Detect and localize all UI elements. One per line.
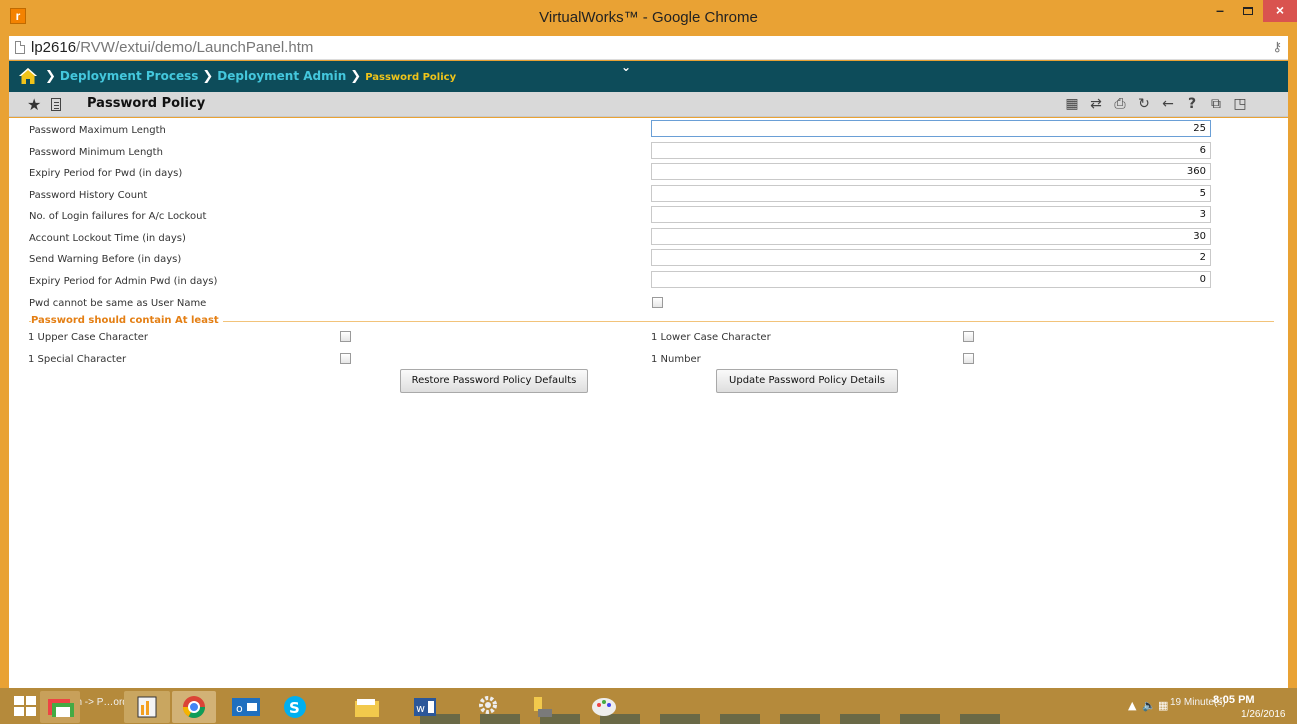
min-length-input[interactable] [651,142,1211,159]
svg-text:S: S [289,699,300,717]
browser-window: r VirtualWorks™ - Google Chrome – × lp26… [0,0,1297,688]
chart-app-icon [137,696,157,718]
upper-case-label: 1 Upper Case Character [28,332,149,343]
taskbar-paint-icon[interactable] [584,691,624,723]
taskbar-files-icon[interactable] [347,691,387,723]
special-character-checkbox[interactable] [340,353,351,364]
taskbar-tools-icon[interactable] [522,691,562,723]
page-title: Password Policy [87,96,206,111]
word-icon: w [414,698,436,716]
gear-icon [479,696,497,714]
breadcrumb: ❯ Deployment Process ❯ Deployment Admin ❯ Pas… [9,60,1288,92]
upper-case-checkbox[interactable] [340,331,351,342]
document-icon[interactable] [51,98,61,111]
panel-header: ★ Password Policy ▦ ⇄ ⎙ ↻ ← ? ⧉ ◳ [9,92,1288,117]
field-label-history-count: Password History Count [29,190,148,201]
breadcrumb-item-deployment-process[interactable]: Deployment Process [60,69,198,83]
breadcrumb-item-deployment-admin[interactable]: Deployment Admin [217,69,346,83]
clock-date[interactable]: 1/26/2016 [1241,709,1286,720]
tray-chevron-icon[interactable]: ▲ [1128,699,1136,712]
close-button[interactable]: × [1263,0,1297,22]
help-icon[interactable]: ? [1183,95,1201,113]
svg-text:w: w [416,702,425,715]
star-icon[interactable]: ★ [27,95,41,114]
explorer-icon [48,699,74,717]
volume-icon[interactable]: 🔈 [1142,699,1156,712]
title-bar[interactable]: r VirtualWorks™ - Google Chrome – × [0,0,1297,36]
taskbar-skype-icon[interactable]: S [275,691,315,723]
field-label-min-length: Password Minimum Length [29,147,163,158]
url-text[interactable]: lp2616/RVW/extui/demo/LaunchPanel.htm [31,39,313,56]
clock-time[interactable]: 8:05 PM [1213,694,1255,706]
taskbar-chrome-icon[interactable] [172,691,216,723]
field-label-login-failures: No. of Login failures for A/c Lockout [29,211,207,222]
login-failures-input[interactable] [651,206,1211,223]
max-length-input[interactable] [651,120,1211,137]
restore-defaults-button[interactable]: Restore Password Policy Defaults [400,369,588,393]
number-checkbox[interactable] [963,353,974,364]
taskbar-app-icon[interactable] [124,691,170,723]
maximize-button[interactable] [1234,0,1262,22]
field-label-admin-expiry: Expiry Period for Admin Pwd (in days) [29,276,218,287]
chrome-icon [183,696,205,718]
grid-icon[interactable]: ▦ [1063,95,1081,113]
password-policy-form: Password Maximum Length Password Minimum… [9,118,1288,688]
breadcrumb-separator: ❯ [202,69,214,84]
outlook-icon: o [232,698,260,716]
maximize-icon [1243,7,1253,15]
folder-icon [355,699,379,717]
breadcrumb-current: Password Policy [365,72,457,83]
address-bar[interactable]: lp2616/RVW/extui/demo/LaunchPanel.htm ⚷ [9,36,1288,60]
taskbar-settings-icon[interactable] [470,691,510,723]
lower-case-checkbox[interactable] [963,331,974,342]
lockout-time-input[interactable] [651,228,1211,245]
page-icon [15,41,25,54]
url-path: /RVW/extui/demo/LaunchPanel.htm [76,39,314,56]
lower-case-label: 1 Lower Case Character [651,332,771,343]
field-label-warning-before: Send Warning Before (in days) [29,254,182,265]
minimize-button[interactable]: – [1206,0,1234,22]
window-title: VirtualWorks™ - Google Chrome [539,9,758,26]
shuffle-icon[interactable]: ⇄ [1087,95,1105,113]
network-icon[interactable]: ▦ [1158,699,1168,712]
breadcrumb-trail: ❯ Deployment Process ❯ Deployment Admin ❯ Pas… [41,69,456,84]
history-count-input[interactable] [651,185,1211,202]
taskbar-outlook-icon[interactable]: o [228,691,264,723]
key-icon[interactable]: ⚷ [1272,40,1282,55]
breadcrumb-separator: ❯ [45,69,56,84]
field-label-expiry-period: Expiry Period for Pwd (in days) [29,168,183,179]
taskbar-wallpaper-strip [420,714,1020,724]
print-icon[interactable]: ⎙ [1111,95,1129,113]
number-label: 1 Number [651,354,701,365]
windows-start-icon[interactable] [14,696,36,716]
repeat-icon[interactable]: ↻ [1135,95,1153,113]
field-label-max-length: Password Maximum Length [29,125,166,136]
url-host: lp2616 [31,39,77,56]
window-settings-icon[interactable]: ⧉ [1207,95,1225,113]
username-check-checkbox[interactable] [652,297,663,308]
palette-icon [592,698,616,716]
tools-icon [534,697,552,717]
svg-text:o: o [236,702,243,715]
restore-window-icon[interactable]: ◳ [1231,95,1249,113]
taskbar-word-icon[interactable]: w [404,691,444,723]
skype-icon: S [284,696,306,718]
field-label-lockout-time: Account Lockout Time (in days) [29,233,186,244]
field-label-username-check: Pwd cannot be same as User Name [29,298,207,309]
warning-before-input[interactable] [651,249,1211,266]
taskbar-explorer-icon[interactable] [40,691,80,723]
expiry-period-input[interactable] [651,163,1211,180]
admin-expiry-input[interactable] [651,271,1211,288]
home-icon[interactable] [18,67,38,85]
breadcrumb-separator: ❯ [350,69,362,84]
special-character-label: 1 Special Character [28,354,127,365]
back-arrow-icon[interactable]: ← [1159,95,1177,113]
chevron-down-icon[interactable]: ⌄ [621,60,631,74]
update-details-button[interactable]: Update Password Policy Details [716,369,898,393]
section-legend: Password should contain At least [31,315,223,326]
